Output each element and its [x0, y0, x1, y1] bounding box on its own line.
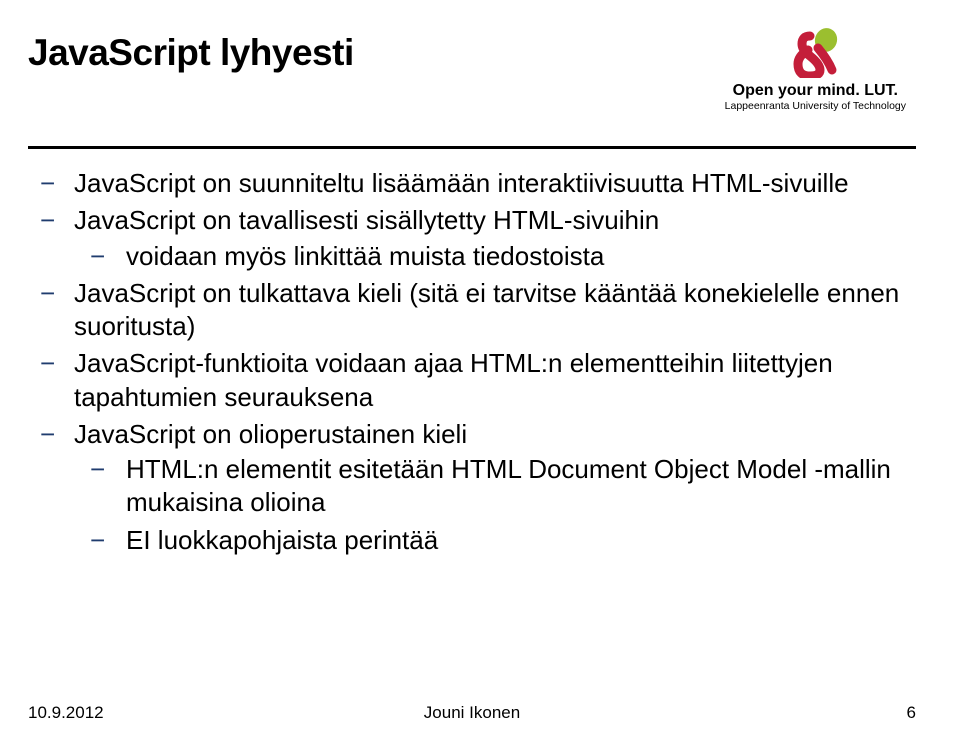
list-item: JavaScript on olioperustainen kieli HTML…	[74, 418, 916, 557]
list-item: EI luokkapohjaista perintää	[126, 524, 916, 557]
bullet-list: JavaScript on suunniteltu lisäämään inte…	[74, 167, 916, 557]
footer-author: Jouni Ikonen	[424, 703, 520, 723]
list-item-text: JavaScript on tavallisesti sisällytetty …	[74, 205, 659, 235]
divider	[28, 146, 916, 149]
footer: 10.9.2012 Jouni Ikonen 6	[28, 703, 916, 723]
ampersand-icon	[788, 26, 842, 78]
list-item: JavaScript on tulkattava kieli (sitä ei …	[74, 277, 916, 344]
footer-date: 10.9.2012	[28, 703, 104, 723]
list-item: JavaScript on suunniteltu lisäämään inte…	[74, 167, 916, 200]
logo-main-text: Open your mind. LUT.	[725, 82, 906, 100]
footer-page: 6	[907, 703, 916, 723]
logo-sub-text: Lappeenranta University of Technology	[725, 100, 906, 112]
list-item: voidaan myös linkittää muista tiedostois…	[126, 240, 916, 273]
slide-title: JavaScript lyhyesti	[28, 32, 354, 74]
list-item: JavaScript on tavallisesti sisällytetty …	[74, 204, 916, 273]
list-item-text: JavaScript on olioperustainen kieli	[74, 419, 467, 449]
list-item: HTML:n elementit esitetään HTML Document…	[126, 453, 916, 520]
list-item: JavaScript-funktioita voidaan ajaa HTML:…	[74, 347, 916, 414]
lut-logo: Open your mind. LUT. Lappeenranta Univer…	[725, 26, 906, 112]
